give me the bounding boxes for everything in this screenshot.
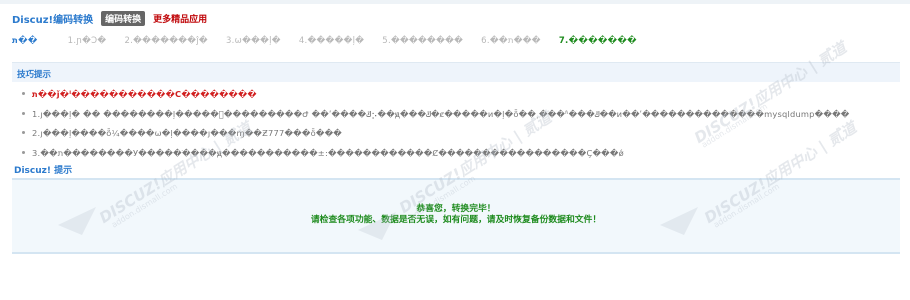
success-message: 恭喜您，转换完毕！ 请检查各项功能、数据是否无误，如有问题，请及时恢复备份数据和… <box>12 204 900 226</box>
app-title: Discuz!编码转换 <box>12 14 94 26</box>
tip-item: ת��ǰ�ˡ�����������С�������� <box>22 88 849 108</box>
step-progress: ת�� 1.ɲ�Ͻ� 2.�������ĵ� 3.ѡ���ļ� 4.�����ļ… <box>12 36 637 46</box>
more-apps-link[interactable]: 更多精品应用 <box>153 12 207 25</box>
step-6: 6.��ת��� <box>481 36 541 46</box>
step-7-current: 7.������� <box>558 36 637 46</box>
step-2: 2.�������ĵ� <box>124 36 208 46</box>
bullet-icon <box>22 131 25 134</box>
step-3: 3.ѡ���ļ� <box>225 36 281 46</box>
step-label: ת�� <box>12 36 38 46</box>
bullet-icon <box>22 111 25 115</box>
success-line-1: 恭喜您，转换完毕！ <box>416 204 496 214</box>
tab-encoding-conversion[interactable]: 编码转换 <box>101 10 146 26</box>
step-1: 1.ɲ�Ͻ� <box>67 36 107 46</box>
tips-title: 技巧提示 <box>17 70 52 80</box>
tip-text: 3.��ת��������У�����ֹ����ԭ�����������±:��… <box>32 147 624 158</box>
bullet-icon <box>22 150 25 154</box>
tip-text: 2.ȷ���ļ����ȫ¼����ѡ�ļ����ȷ���ɱ��Ƶ777���ȫ�… <box>32 128 342 138</box>
bullet-icon <box>22 92 25 95</box>
header: Discuz!编码转换 编码转换 更多精品应用 <box>12 10 207 26</box>
step-4: 4.�����ļ� <box>298 36 365 46</box>
success-line-2: 请检查各项功能、数据是否无误，如有问题，请及时恢复备份数据和文件！ <box>310 215 602 225</box>
tip-item: 3.��ת��������У�����ֹ����ԭ�����������±:��… <box>22 147 849 167</box>
tip-item: 1.ȷ���ļ� �� ��������ļ�����ͬ���������Ժ ��… <box>22 108 849 128</box>
tip-item: 2.ȷ���ļ����ȫ¼����ѡ�ļ����ȷ���ɱ��Ƶ777���ȫ�… <box>22 127 849 147</box>
tips-header: 技巧提示 <box>12 62 900 82</box>
tip-text: 1.ȷ���ļ� �� ��������ļ�����ͬ���������Ժ ��… <box>32 108 850 119</box>
tips-list: ת��ǰ�ˡ�����������С�������� 1.ȷ���ļ� �� �… <box>22 88 849 166</box>
message-box-title: Discuz! 提示 <box>14 166 73 176</box>
step-5: 5.�������� <box>382 36 464 46</box>
message-box: 恭喜您，转换完毕！ 请检查各项功能、数据是否无误，如有问题，请及时恢复备份数据和… <box>12 178 900 254</box>
tip-text: ת��ǰ�ˡ�����������С�������� <box>32 89 257 99</box>
top-border <box>0 0 910 4</box>
